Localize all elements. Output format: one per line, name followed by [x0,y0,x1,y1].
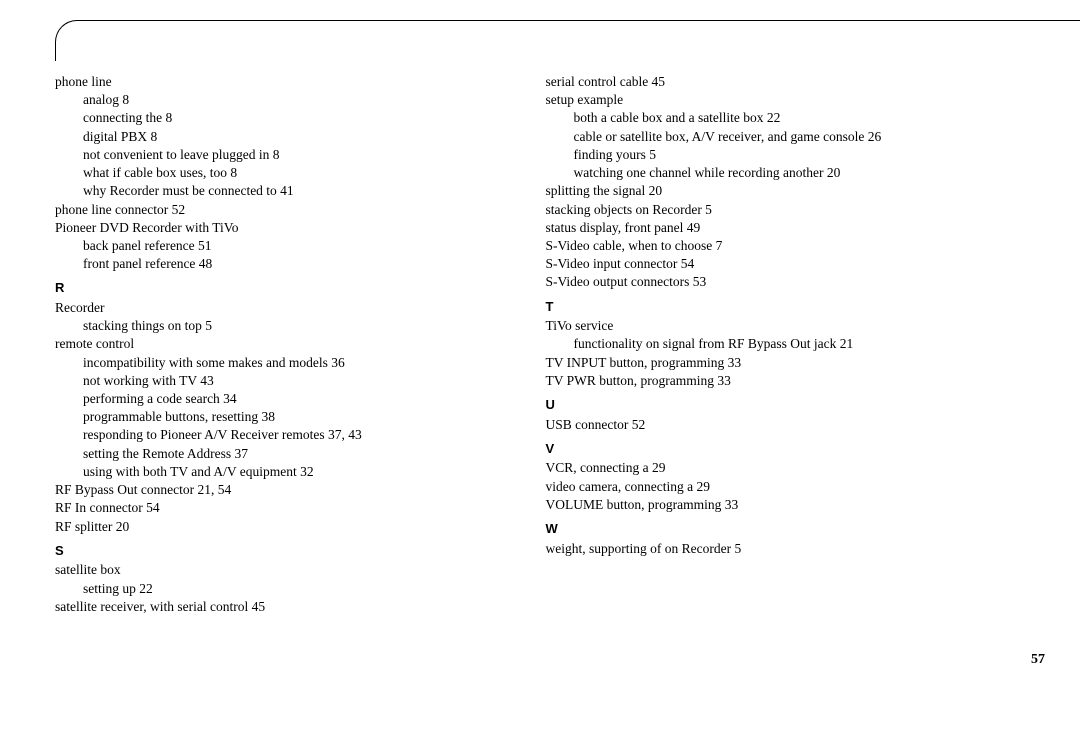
index-letter: S [55,542,535,560]
right-column: serial control cable 45setup exampleboth… [545,73,1050,616]
index-entry: watching one channel while recording ano… [545,164,1050,182]
index-entry: not convenient to leave plugged in 8 [55,146,535,164]
index-entry: phone line [55,73,535,91]
index-entry: VOLUME button, programming 33 [545,496,1050,514]
index-entry: TiVo service [545,317,1050,335]
index-entry: both a cable box and a satellite box 22 [545,109,1050,127]
index-entry: weight, supporting of on Recorder 5 [545,540,1050,558]
index-entry: USB connector 52 [545,416,1050,434]
index-entry: S-Video cable, when to choose 7 [545,237,1050,255]
index-entry: remote control [55,335,535,353]
index-letter: T [545,298,1050,316]
index-entry: TV PWR button, programming 33 [545,372,1050,390]
index-entry: RF Bypass Out connector 21, 54 [55,481,535,499]
index-entry: setting up 22 [55,580,535,598]
index-letter: U [545,396,1050,414]
index-entry: video camera, connecting a 29 [545,478,1050,496]
index-entry: using with both TV and A/V equipment 32 [55,463,535,481]
index-entry: responding to Pioneer A/V Receiver remot… [55,426,535,444]
index-entry: Recorder [55,299,535,317]
index-letter: W [545,520,1050,538]
index-entry: not working with TV 43 [55,372,535,390]
index-columns: phone lineanalog 8connecting the 8digita… [55,73,1050,616]
index-entry: performing a code search 34 [55,390,535,408]
index-entry: finding yours 5 [545,146,1050,164]
index-entry: setup example [545,91,1050,109]
page-number: 57 [55,651,1050,670]
index-entry: S-Video input connector 54 [545,255,1050,273]
index-entry: functionality on signal from RF Bypass O… [545,335,1050,353]
index-entry: serial control cable 45 [545,73,1050,91]
index-entry: VCR, connecting a 29 [545,459,1050,477]
index-entry: stacking things on top 5 [55,317,535,335]
index-entry: Pioneer DVD Recorder with TiVo [55,219,535,237]
index-entry: RF In connector 54 [55,499,535,517]
index-entry: S-Video output connectors 53 [545,273,1050,291]
index-entry: back panel reference 51 [55,237,535,255]
index-entry: what if cable box uses, too 8 [55,164,535,182]
index-entry: front panel reference 48 [55,255,535,273]
index-entry: incompatibility with some makes and mode… [55,354,535,372]
index-entry: digital PBX 8 [55,128,535,146]
index-entry: analog 8 [55,91,535,109]
index-letter: R [55,279,535,297]
index-entry: stacking objects on Recorder 5 [545,201,1050,219]
left-column: phone lineanalog 8connecting the 8digita… [55,73,535,616]
index-entry: cable or satellite box, A/V receiver, an… [545,128,1050,146]
index-letter: V [545,440,1050,458]
index-entry: satellite box [55,561,535,579]
index-entry: why Recorder must be connected to 41 [55,182,535,200]
index-entry: phone line connector 52 [55,201,535,219]
index-entry: connecting the 8 [55,109,535,127]
index-entry: status display, front panel 49 [545,219,1050,237]
index-entry: satellite receiver, with serial control … [55,598,535,616]
index-entry: programmable buttons, resetting 38 [55,408,535,426]
page-frame-border [55,20,1080,61]
index-entry: setting the Remote Address 37 [55,445,535,463]
index-entry: splitting the signal 20 [545,182,1050,200]
index-entry: TV INPUT button, programming 33 [545,354,1050,372]
index-entry: RF splitter 20 [55,518,535,536]
